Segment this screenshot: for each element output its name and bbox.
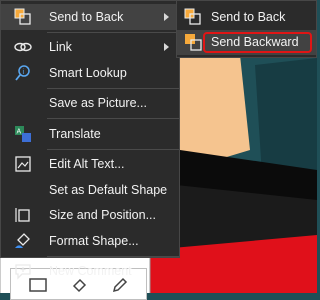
svg-text:i: i (23, 69, 25, 76)
submenu-item-label: Send Backward (211, 35, 299, 50)
menu-item-translate[interactable]: A Translate (1, 121, 179, 147)
separator (47, 118, 179, 119)
send-to-back-icon (183, 7, 203, 27)
alt-text-icon (13, 154, 33, 174)
save-as-picture-icon (13, 93, 33, 113)
shape-peach (176, 55, 250, 165)
menu-item-label: Edit Alt Text... (49, 157, 125, 172)
menu-item-label: Send to Back (49, 9, 124, 24)
format-shape-icon (13, 231, 33, 251)
menu-item-smart-lookup[interactable]: i Smart Lookup (1, 60, 179, 86)
menu-item-label: Set as Default Shape (49, 182, 168, 197)
translate-icon: A (13, 124, 33, 144)
menu-item-label: Smart Lookup (49, 65, 127, 80)
submenu-item-send-to-back[interactable]: Send to Back (177, 4, 316, 30)
smart-lookup-icon: i (13, 63, 33, 83)
menu-item-link[interactable]: Link (1, 35, 179, 61)
svg-text:A: A (17, 128, 22, 135)
menu-item-edit-alt-text[interactable]: Edit Alt Text... (1, 152, 179, 178)
separator (47, 255, 179, 257)
separator (47, 87, 179, 89)
separator (47, 31, 179, 33)
menu-item-size-and-position[interactable]: Size and Position... (1, 203, 179, 229)
new-comment-icon (13, 261, 33, 281)
submenu-item-label: Send to Back (211, 9, 286, 24)
send-to-back-icon (13, 7, 33, 27)
menu-item-label: Size and Position... (49, 208, 157, 223)
separator (47, 148, 179, 150)
submenu-arrow-icon (164, 43, 169, 52)
menu-item-set-default-shape[interactable]: Set as Default Shape (1, 177, 179, 203)
menu-item-label: Translate (49, 126, 101, 141)
menu-item-label: New Comment (49, 264, 132, 279)
size-position-icon (13, 205, 33, 225)
menu-item-new-comment[interactable]: New Comment (1, 259, 179, 285)
send-backward-icon (183, 32, 203, 52)
submenu-item-send-backward[interactable]: Send Backward (177, 29, 316, 55)
menu-item-send-to-back[interactable]: Send to Back (1, 4, 179, 30)
menu-item-label: Link (49, 40, 72, 55)
shape-dark-teal (255, 58, 317, 175)
link-icon (13, 37, 33, 57)
menu-item-save-as-picture[interactable]: Save as Picture... (1, 91, 179, 117)
send-to-back-submenu: Send to Back Send Backward (176, 0, 317, 58)
submenu-arrow-icon (164, 12, 169, 21)
menu-item-label: Format Shape... (49, 233, 139, 248)
menu-item-label: Save as Picture... (49, 96, 147, 111)
menu-item-format-shape[interactable]: Format Shape... (1, 228, 179, 254)
context-menu: Send to Back Link i Smart Lookup Save as… (0, 0, 180, 280)
